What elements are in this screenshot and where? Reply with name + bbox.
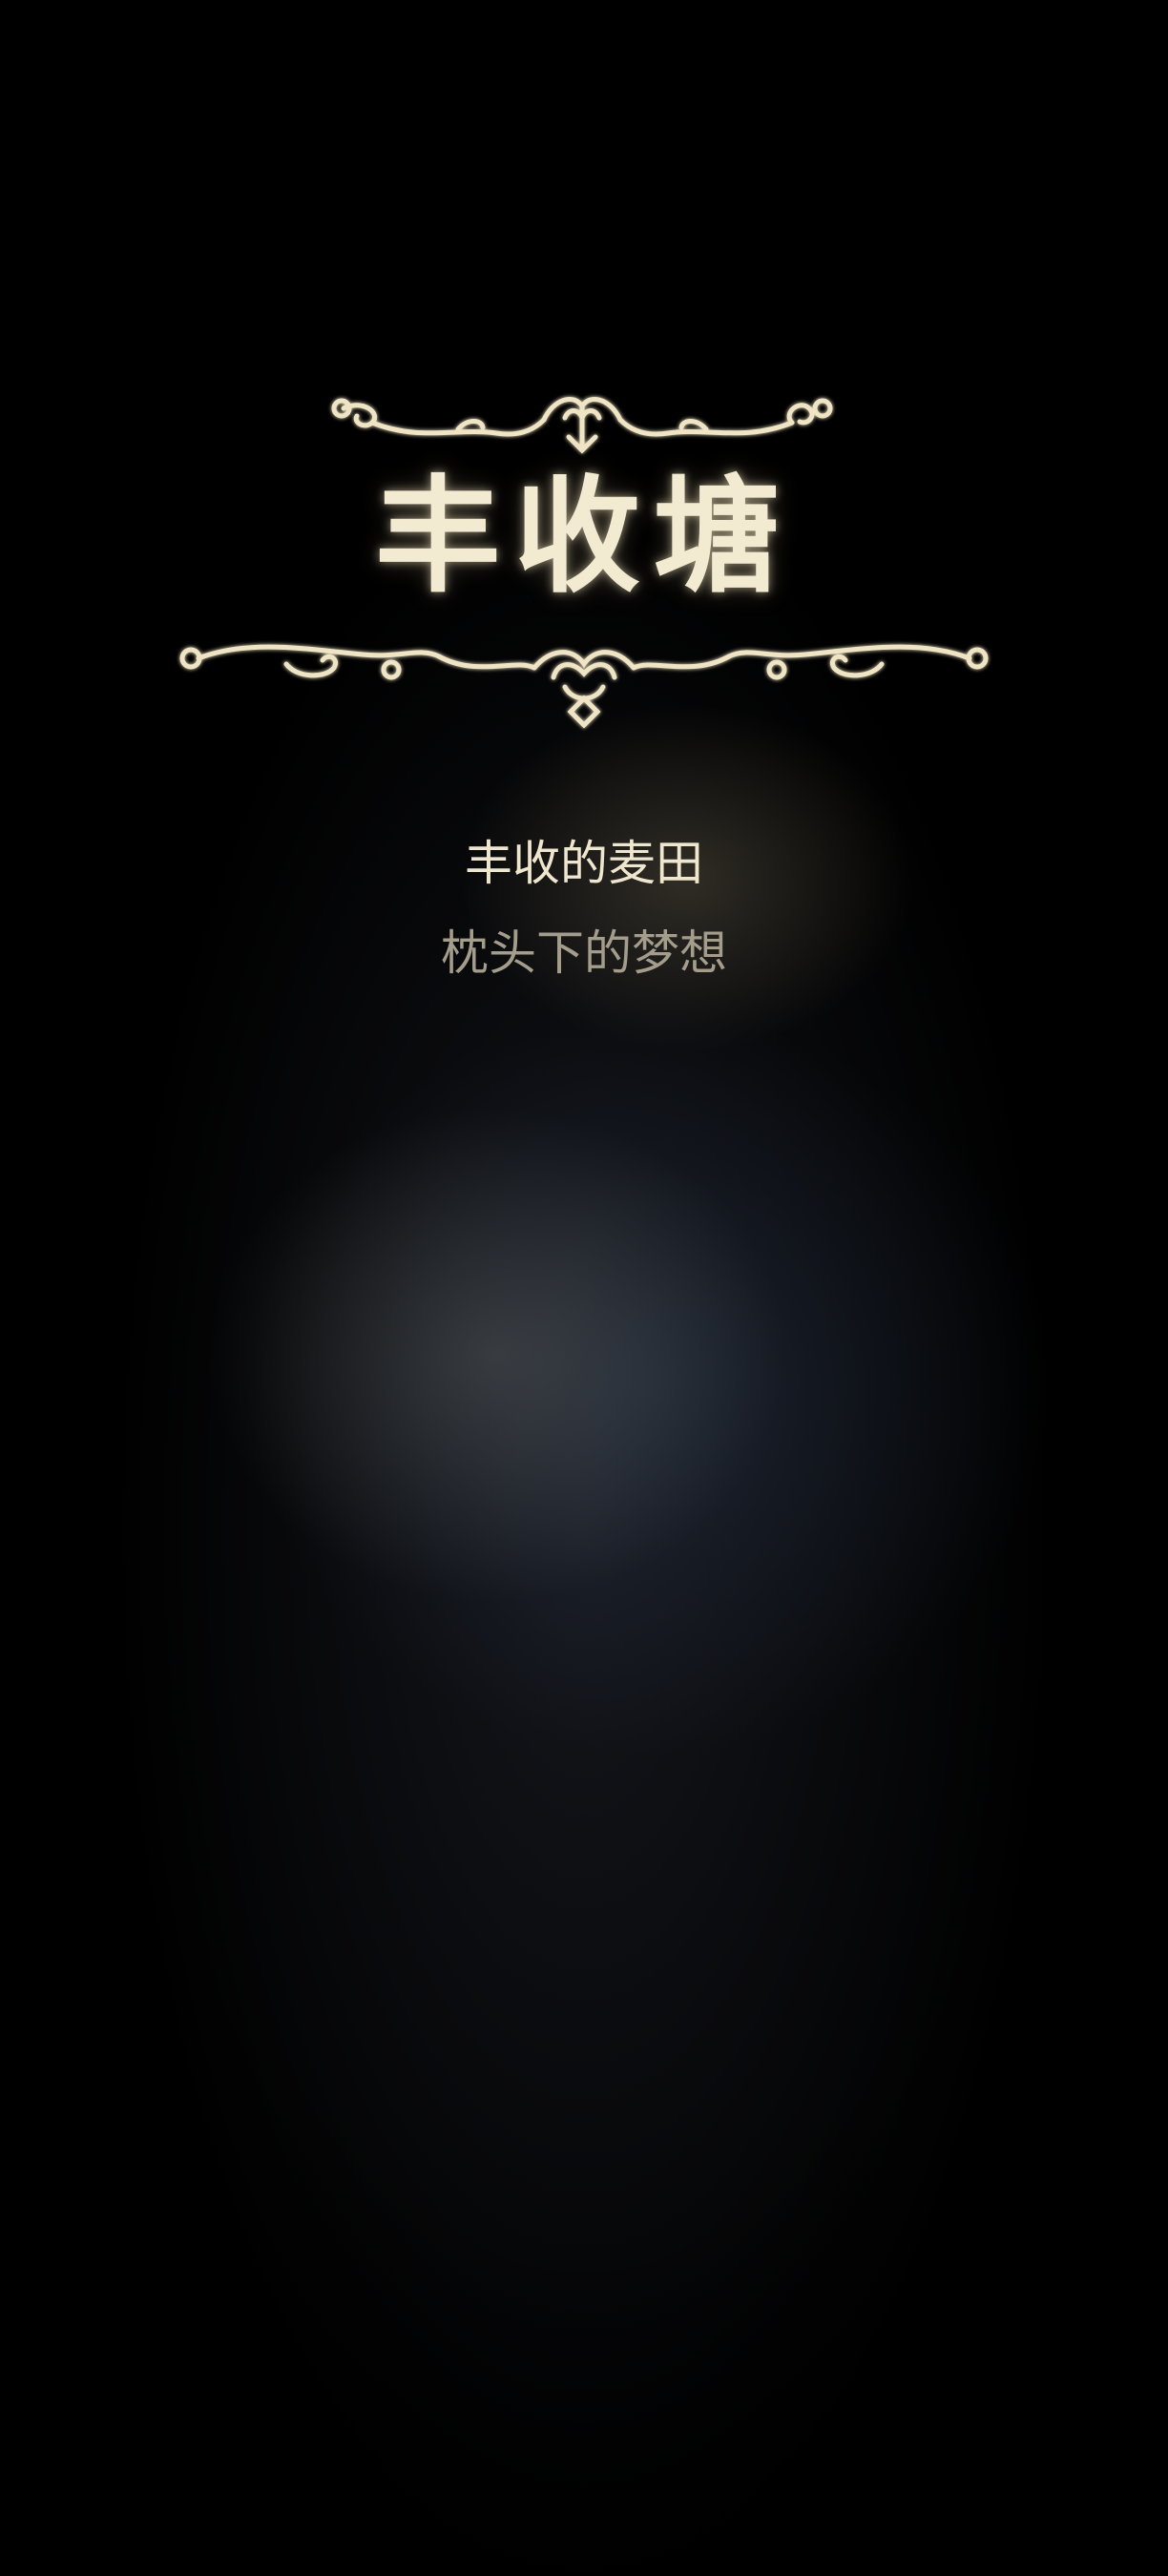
location-label-wheat-field: 丰收的麦田 <box>465 836 703 891</box>
location-label-dream: 枕头下的梦想 <box>441 925 727 981</box>
bottom-flourish-icon <box>179 644 989 729</box>
area-title: 丰收塘 <box>375 463 793 611</box>
top-flourish-icon <box>331 396 833 454</box>
